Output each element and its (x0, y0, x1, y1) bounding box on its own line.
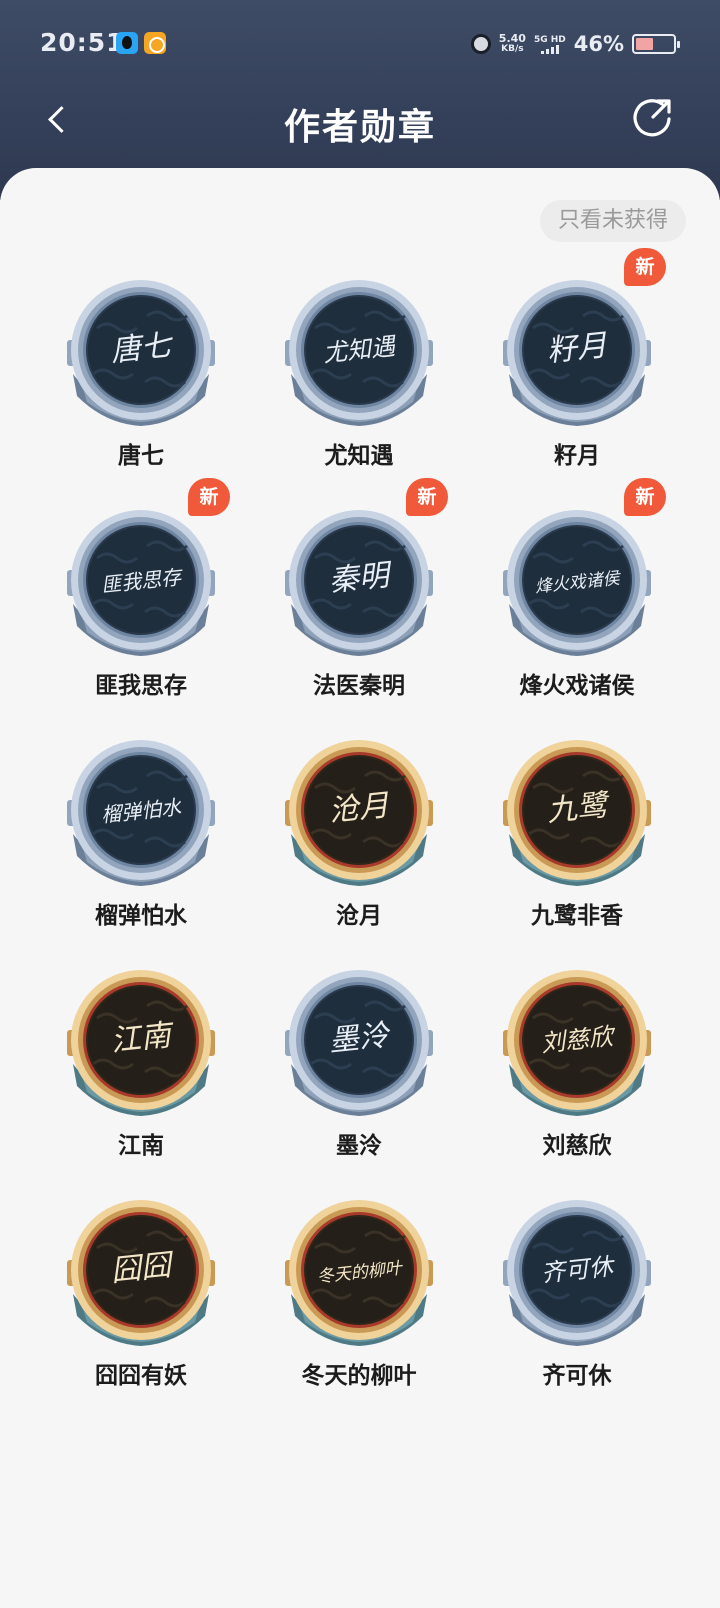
medal-icon: 冬天的柳叶 (285, 1200, 433, 1346)
badge-name: 沧月 (336, 903, 382, 929)
bottom-empty-area (0, 1400, 720, 1608)
medal-icon: 榴弹怕水 (67, 740, 215, 886)
medal-icon: 唐七 (67, 280, 215, 426)
signature-text: 籽月 (545, 328, 609, 369)
badge-name: 法医秦明 (313, 673, 405, 699)
nav-bar: 作者勋章 (0, 88, 720, 160)
badge-name: 囧囧有妖 (95, 1363, 187, 1389)
signature-text: 唐七 (109, 328, 175, 369)
badge-item[interactable]: 匪我思存新匪我思存 (32, 478, 250, 700)
alarm-icon (470, 34, 491, 54)
signature-text: 沧月 (327, 788, 391, 829)
badge-content-panel: 只看未获得 唐七 唐七 尤知遇 尤知遇 籽月新籽月 匪我思存新匪我思存 秦明新法医秦明 烽火戏… (0, 168, 720, 1608)
share-icon (633, 99, 671, 137)
badge-name: 尤知遇 (324, 443, 394, 469)
battery-level-fill (636, 38, 653, 50)
network-label: 5G HD (533, 34, 566, 45)
medal-icon: 齐可休 (503, 1200, 651, 1346)
medal-icon: 沧月 (285, 740, 433, 886)
network-speed-value: 5.40 (498, 32, 526, 45)
video-app-icon (144, 32, 166, 54)
badge-item[interactable]: 冬天的柳叶 冬天的柳叶 (250, 1198, 468, 1390)
signature-text: 江南 (109, 1018, 176, 1059)
badge-name: 江南 (118, 1133, 164, 1159)
medal-icon: 烽火戏诸侯 (503, 510, 651, 656)
badge-grid: 唐七 唐七 尤知遇 尤知遇 籽月新籽月 匪我思存新匪我思存 秦明新法医秦明 烽火戏诸侯新烽火戏… (32, 248, 686, 1390)
badge-item[interactable]: 刘慈欣 刘慈欣 (468, 968, 686, 1160)
badge-item[interactable]: 尤知遇 尤知遇 (250, 278, 468, 470)
filter-unearned-button[interactable]: 只看未获得 (539, 200, 686, 242)
badge-item[interactable]: 烽火戏诸侯新烽火戏诸侯 (468, 478, 686, 700)
badge-name: 齐可休 (542, 1363, 612, 1389)
medal-icon: 秦明 (285, 510, 433, 656)
badge-item[interactable]: 九鹭 九鹭非香 (468, 738, 686, 930)
medal-icon: 尤知遇 (285, 280, 433, 426)
badge-name: 榴弹怕水 (95, 903, 187, 929)
medal-icon: 九鹭 (503, 740, 651, 886)
badge-item[interactable]: 籽月 新籽月 (468, 248, 686, 470)
qq-app-icon (116, 32, 138, 54)
badge-name: 冬天的柳叶 (301, 1363, 417, 1389)
badge-item[interactable]: 墨泠 墨泠 (250, 968, 468, 1160)
signature-text: 墨泠 (327, 1018, 393, 1059)
status-time: 20:51 (40, 28, 125, 57)
badge-item[interactable]: 江南 江南 (32, 968, 250, 1160)
new-badge-tag: 新 (624, 248, 666, 286)
new-badge-tag: 新 (624, 478, 666, 516)
signal-bars-icon (534, 44, 566, 54)
badge-item[interactable]: 秦明 新法医秦明 (250, 478, 468, 700)
badge-item[interactable]: 榴弹怕水 榴弹怕水 (32, 738, 250, 930)
badge-name: 墨泠 (336, 1133, 382, 1159)
battery-icon (632, 34, 680, 54)
badge-item[interactable]: 囧囧 囧囧有妖 (32, 1198, 250, 1390)
signature-text: 秦明 (327, 558, 394, 599)
status-indicators: 5.40 KB/s 5G HD 46% (470, 30, 680, 58)
badge-name: 唐七 (118, 443, 164, 469)
medal-icon: 刘慈欣 (503, 970, 651, 1116)
new-badge-tag: 新 (188, 478, 230, 516)
badge-name: 九鹭非香 (531, 903, 623, 929)
page-title: 作者勋章 (283, 107, 436, 148)
badge-item[interactable]: 唐七 唐七 (32, 278, 250, 470)
signature-text: 九鹭 (545, 788, 612, 829)
medal-icon: 墨泠 (285, 970, 433, 1116)
battery-percent: 46% (573, 32, 624, 56)
badge-item[interactable]: 齐可休 齐可休 (468, 1198, 686, 1390)
medal-icon: 江南 (67, 970, 215, 1116)
medal-icon: 籽月 (503, 280, 651, 426)
status-bar: 20:51 5.40 KB/s 5G HD 46% (0, 0, 720, 88)
signature-text: 囧囧 (109, 1248, 176, 1289)
network-speed-unit: KB/s (501, 44, 524, 54)
signal-indicator: 5G HD (534, 35, 566, 54)
medal-icon: 囧囧 (67, 1200, 215, 1346)
network-speed: 5.40 KB/s (499, 33, 526, 55)
badge-name: 匪我思存 (95, 673, 187, 699)
badge-name: 烽火戏诸侯 (519, 673, 635, 699)
badge-name: 刘慈欣 (542, 1133, 612, 1159)
medal-icon: 匪我思存 (67, 510, 215, 656)
new-badge-tag: 新 (406, 478, 448, 516)
badge-name: 籽月 (554, 443, 600, 469)
share-button[interactable] (632, 96, 674, 138)
badge-item[interactable]: 沧月 沧月 (250, 738, 468, 930)
